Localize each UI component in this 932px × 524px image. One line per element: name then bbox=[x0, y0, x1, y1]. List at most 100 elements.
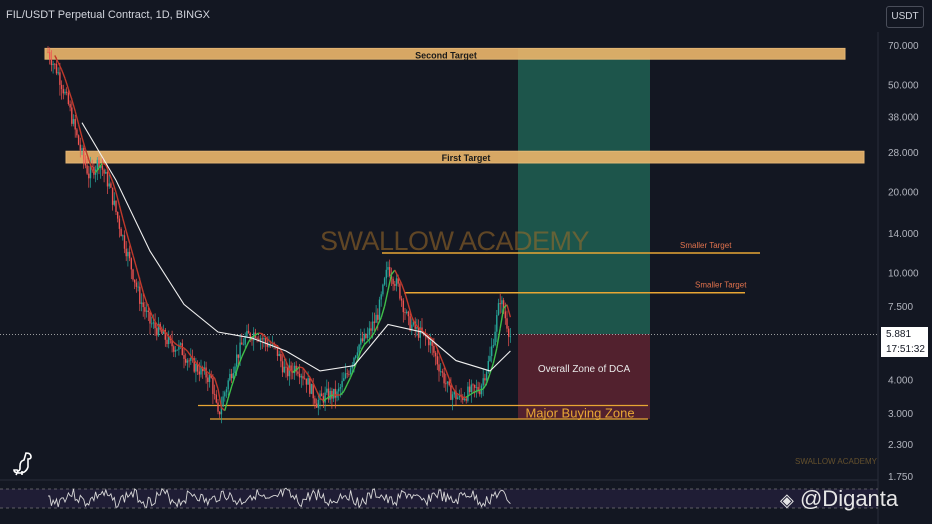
candle-body bbox=[310, 383, 313, 394]
candle-body bbox=[429, 341, 432, 346]
candle-body bbox=[298, 373, 301, 378]
candle-body bbox=[280, 353, 282, 362]
candle-body bbox=[450, 385, 452, 400]
candle-body bbox=[76, 129, 78, 136]
ema-segment bbox=[176, 344, 181, 348]
candle-body bbox=[496, 315, 498, 332]
candle-body bbox=[152, 322, 155, 324]
dinosaur-logo-icon bbox=[13, 452, 32, 476]
candle-body bbox=[448, 381, 450, 386]
candle-body bbox=[77, 135, 80, 145]
ema-segment bbox=[383, 290, 389, 307]
candle-body bbox=[139, 286, 141, 304]
candle-body bbox=[127, 251, 129, 257]
candle-body bbox=[110, 183, 112, 188]
candle-body bbox=[300, 376, 302, 378]
current-price: 5.881 bbox=[886, 329, 912, 340]
candle-body bbox=[326, 388, 328, 393]
ema-segment bbox=[299, 366, 304, 369]
candle-body bbox=[406, 311, 408, 313]
candle-body bbox=[205, 367, 207, 378]
author-name: @Diganta bbox=[799, 486, 899, 511]
y-tick-label: 20.000 bbox=[888, 187, 919, 198]
candle-body bbox=[436, 356, 438, 365]
candle-body bbox=[385, 269, 387, 279]
candle-body bbox=[247, 330, 250, 334]
candle-body bbox=[499, 303, 501, 305]
candle-body bbox=[79, 144, 81, 151]
profit-zone bbox=[518, 48, 650, 335]
candle-body bbox=[241, 342, 243, 345]
candle-body bbox=[365, 333, 367, 338]
candle-body bbox=[118, 218, 121, 229]
candle-body bbox=[441, 371, 444, 373]
candle-body bbox=[353, 357, 355, 365]
candle-body bbox=[356, 352, 359, 356]
candle-body bbox=[404, 312, 406, 313]
candle-body bbox=[395, 278, 398, 286]
ema-segment bbox=[373, 324, 379, 333]
candle-body bbox=[190, 357, 192, 361]
ema-segment bbox=[142, 292, 148, 303]
y-tick-label: 28.000 bbox=[888, 148, 919, 159]
candle-body bbox=[145, 310, 148, 312]
candle-body bbox=[105, 171, 107, 174]
candle-body bbox=[74, 119, 76, 130]
candle-body bbox=[341, 380, 343, 388]
candle-body bbox=[132, 269, 134, 280]
candle-body bbox=[339, 387, 342, 389]
author-branding: ◈ @Diganta bbox=[780, 486, 898, 512]
candle-body bbox=[120, 228, 122, 237]
ema-segment bbox=[183, 347, 188, 352]
candle-body bbox=[382, 284, 384, 295]
candle-body bbox=[122, 235, 124, 237]
candle-body bbox=[166, 339, 168, 345]
candle-body bbox=[237, 354, 240, 358]
candle-body bbox=[409, 316, 411, 331]
candle-body bbox=[494, 331, 496, 346]
candle-body bbox=[392, 278, 394, 285]
candle-body bbox=[134, 279, 136, 283]
candle-body bbox=[324, 392, 326, 403]
smaller-target-label: Smaller Target bbox=[680, 241, 732, 250]
candle-body bbox=[256, 337, 258, 339]
candle-body bbox=[332, 388, 335, 399]
candle-body bbox=[463, 398, 466, 400]
candle-body bbox=[297, 371, 299, 374]
candle-body bbox=[302, 376, 304, 379]
ema-segment bbox=[122, 218, 127, 232]
ema-segment bbox=[390, 269, 396, 275]
candle-body bbox=[69, 104, 71, 108]
ema-segment bbox=[506, 304, 512, 318]
major-buying-label: Major Buying Zone bbox=[525, 405, 634, 420]
candle-body bbox=[472, 384, 474, 386]
candle-body bbox=[151, 323, 153, 325]
candle-body bbox=[315, 403, 318, 408]
candle-body bbox=[207, 377, 209, 382]
candle-body bbox=[229, 373, 231, 381]
candle-body bbox=[96, 159, 98, 170]
y-tick-label: 70.000 bbox=[888, 41, 919, 52]
candle-body bbox=[225, 389, 228, 393]
candle-body bbox=[179, 343, 182, 345]
oscillator-pane bbox=[0, 479, 878, 509]
candle-body bbox=[59, 72, 61, 85]
candle-body bbox=[501, 300, 503, 305]
candle-body bbox=[198, 371, 200, 375]
candle-body bbox=[368, 328, 370, 335]
candle-body bbox=[334, 388, 336, 398]
candle-body bbox=[185, 358, 187, 363]
candle-body bbox=[344, 373, 347, 379]
y-tick-label: 2.300 bbox=[888, 440, 913, 451]
candle-body bbox=[383, 278, 386, 285]
currency-button[interactable]: USDT bbox=[886, 6, 924, 28]
candle-body bbox=[375, 314, 377, 323]
candle-body bbox=[52, 63, 54, 66]
candle-body bbox=[387, 267, 389, 270]
candle-body bbox=[283, 366, 285, 373]
candle-body bbox=[431, 341, 433, 346]
candle-body bbox=[128, 251, 131, 259]
candle-body bbox=[50, 59, 53, 66]
candle-body bbox=[130, 258, 132, 270]
candle-body bbox=[394, 284, 396, 286]
